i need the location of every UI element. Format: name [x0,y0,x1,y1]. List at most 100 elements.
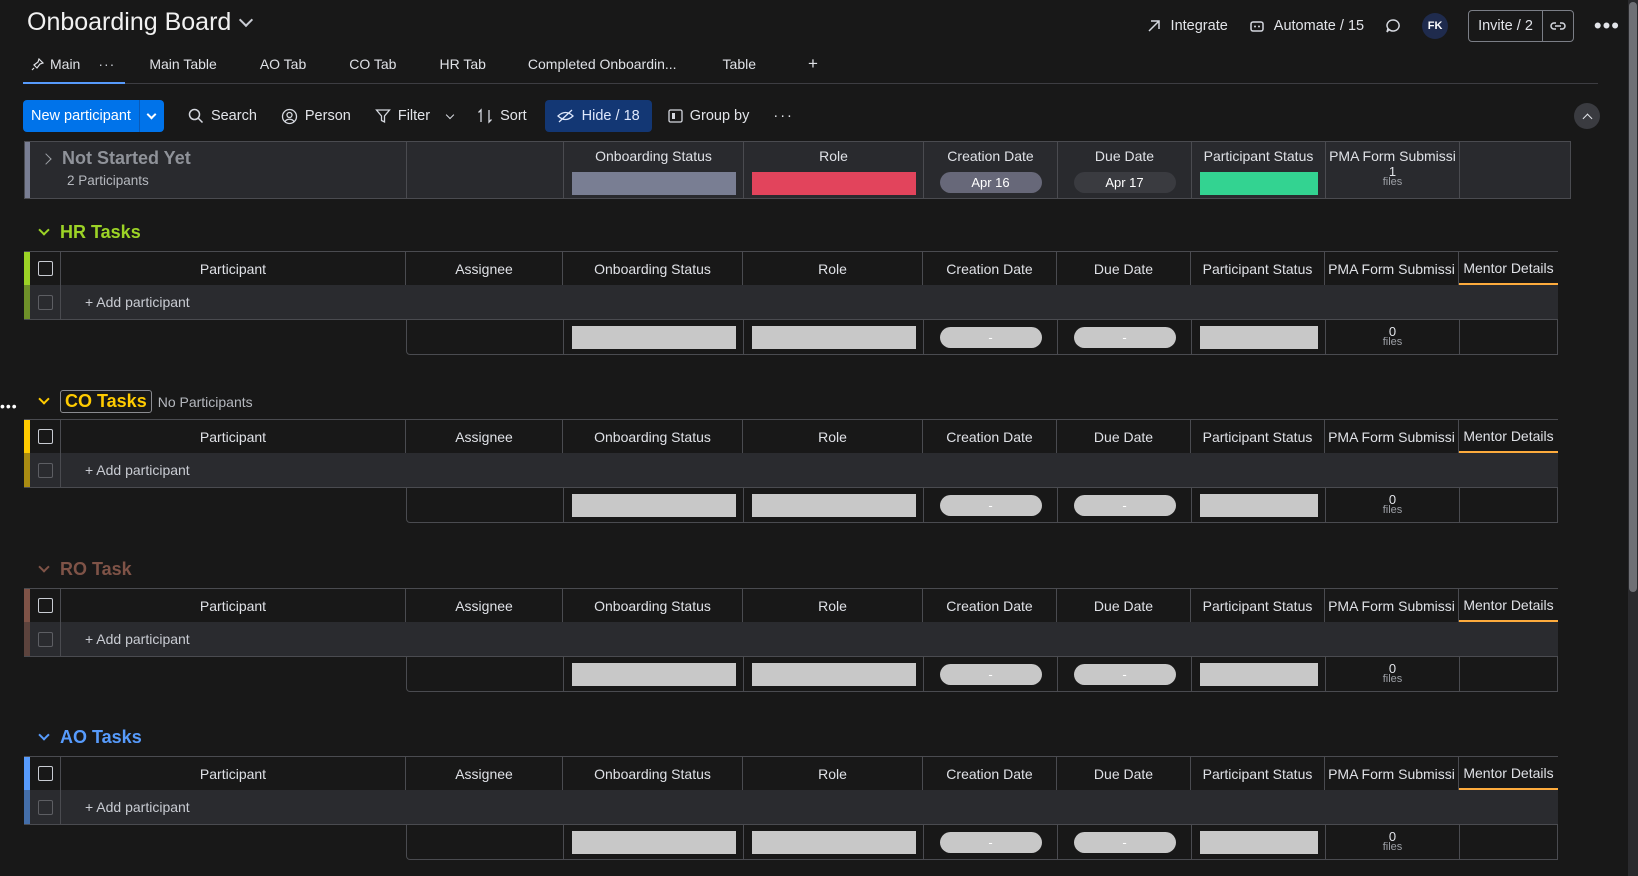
onboarding-summary-bar[interactable] [571,493,736,517]
select-all-checkbox[interactable] [37,598,53,613]
column-header-due-date[interactable]: Due Date [1057,252,1191,285]
chevron-down-icon[interactable] [38,393,50,405]
role-summary-bar[interactable] [751,662,916,686]
tab-co[interactable]: CO Tab [349,52,396,82]
group-name[interactable]: CO Tasks [60,390,152,413]
onboarding-summary-bar[interactable] [571,830,736,854]
group-name[interactable]: AO Tasks [60,727,142,748]
column-header-due-date[interactable]: Due Date [1057,757,1191,790]
creation-date-summary[interactable]: - [939,831,1042,853]
column-header-participant-status[interactable]: Participant Status [1191,252,1325,285]
column-header-pma-form[interactable]: PMA Form Submissi [1325,757,1459,790]
group-title[interactable]: HR Tasks [36,222,147,243]
onboarding-summary-bar[interactable] [571,325,736,349]
column-header-participant-status[interactable]: Participant Status [1191,420,1325,453]
column-header-creation-date[interactable]: Creation Date [923,252,1057,285]
due-date-summary[interactable]: - [1073,831,1176,853]
onboarding-status-summary-bar[interactable] [571,172,736,195]
row-checkbox[interactable] [37,294,53,310]
column-header-role[interactable]: Role [743,420,923,453]
add-participant-input[interactable]: + Add participant [61,453,1558,487]
files-summary[interactable]: 0 files [1383,493,1403,516]
group-name[interactable]: HR Tasks [60,222,141,243]
row-checkbox[interactable] [37,799,53,815]
due-date-summary[interactable]: - [1073,494,1176,516]
more-toolbar-options-icon[interactable]: ··· [773,108,794,124]
add-participant-input[interactable]: + Add participant [61,790,1558,824]
new-participant-dropdown[interactable] [138,100,164,132]
column-header-creation-date[interactable]: Creation Date [923,589,1057,622]
column-header-mentor-details[interactable]: Mentor Details [1459,757,1558,790]
group-title[interactable]: CO Tasks No Participants [36,390,253,413]
column-header-mentor-details[interactable]: Mentor Details [1459,589,1558,622]
files-summary[interactable]: 0 files [1383,662,1403,685]
scrollbar-thumb[interactable] [1629,2,1637,592]
comment-icon[interactable] [1384,17,1402,35]
add-view-button[interactable]: + [808,52,818,84]
column-header-participant[interactable]: Participant [61,252,406,285]
group-name[interactable]: Not Started Yet [62,148,191,169]
column-header-participant-status[interactable]: Participant Status [1191,757,1325,790]
new-participant-button[interactable]: New participant [23,100,139,132]
board-title[interactable]: Onboarding Board [27,8,254,37]
column-header-participant[interactable]: Participant [61,589,406,622]
chevron-down-icon[interactable] [239,12,254,27]
participant-status-summary-bar[interactable] [1199,830,1318,854]
participant-status-summary-bar[interactable] [1199,172,1318,195]
row-checkbox[interactable] [37,462,53,478]
more-options-icon[interactable]: ••• [1594,15,1620,37]
column-header-pma-form[interactable]: PMA Form Submissi [1325,252,1459,285]
column-header-assignee[interactable]: Assignee [406,589,563,622]
files-summary[interactable]: 1 files [1383,165,1403,188]
column-header-assignee[interactable]: Assignee [406,420,563,453]
automate-button[interactable]: Automate / 15 [1248,17,1364,35]
column-header-assignee[interactable]: Assignee [406,252,563,285]
column-header-pma-form[interactable]: PMA Form Submissi [1325,589,1459,622]
group-title[interactable]: AO Tasks [36,727,148,748]
column-header-role[interactable]: Role [743,757,923,790]
chevron-down-icon[interactable] [38,729,50,741]
group-title[interactable]: RO Task [36,559,138,580]
group-by-button[interactable]: Group by [668,108,749,124]
collapsed-group-header[interactable]: Not Started Yet 2 Participants [25,142,407,198]
tab-main[interactable]: Main ··· [23,52,126,84]
group-name[interactable]: RO Task [60,559,132,580]
collapse-header-button[interactable] [1574,103,1600,129]
files-summary[interactable]: 0 files [1383,325,1403,348]
column-header-participant[interactable]: Participant [61,420,406,453]
participant-status-summary-bar[interactable] [1199,662,1318,686]
column-header-participant[interactable]: Participant [61,757,406,790]
link-icon[interactable] [1541,11,1573,41]
role-summary-bar[interactable] [751,493,916,517]
role-summary-bar[interactable] [751,325,916,349]
column-header-mentor-details[interactable]: Mentor Details [1459,420,1558,453]
chevron-down-icon[interactable] [38,561,50,573]
avatar[interactable]: FK [1422,13,1449,39]
due-date-summary[interactable]: - [1073,326,1176,348]
invite-button[interactable]: Invite / 2 [1468,10,1574,42]
creation-date-summary[interactable]: - [939,326,1042,348]
add-participant-input[interactable]: + Add participant [61,622,1558,656]
onboarding-summary-bar[interactable] [571,662,736,686]
column-header-role[interactable]: Role [743,589,923,622]
hide-columns-button[interactable]: Hide / 18 [544,100,652,132]
creation-date-summary[interactable]: - [939,663,1042,685]
select-all-checkbox[interactable] [37,766,53,781]
tab-ao[interactable]: AO Tab [260,52,306,82]
role-summary-bar[interactable] [751,172,916,195]
creation-date-pill[interactable]: Apr 16 [939,172,1042,193]
column-header-due-date[interactable]: Due Date [1057,420,1191,453]
column-header-onboarding-status[interactable]: Onboarding Status [563,420,743,453]
due-date-pill[interactable]: Apr 17 [1073,172,1176,193]
creation-date-summary[interactable]: - [939,494,1042,516]
person-filter-button[interactable]: Person [281,108,351,125]
column-header-creation-date[interactable]: Creation Date [923,420,1057,453]
files-summary[interactable]: 0 files [1383,830,1403,853]
participant-status-summary-bar[interactable] [1199,493,1318,517]
column-header-onboarding-status[interactable]: Onboarding Status [563,252,743,285]
column-header-due-date[interactable]: Due Date [1057,589,1191,622]
tab-table[interactable]: Table [723,52,756,82]
tab-main-table[interactable]: Main Table [149,52,216,82]
column-header-onboarding-status[interactable]: Onboarding Status [563,589,743,622]
add-participant-input[interactable]: + Add participant [61,285,1558,319]
